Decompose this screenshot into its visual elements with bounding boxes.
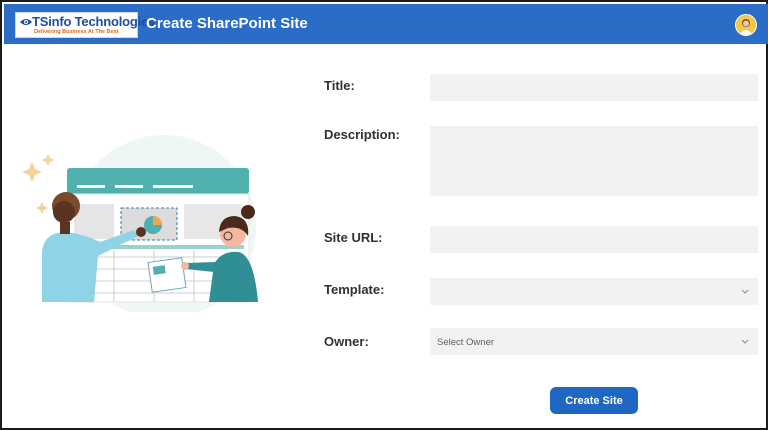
template-dropdown[interactable] [430,278,758,305]
owner-placeholder: Select Owner [437,337,495,348]
sparkle-icon [22,162,42,182]
sparkle-icon [36,202,48,214]
browser-header-bar [67,168,249,194]
title-label: Title: [324,78,355,93]
app-frame: TSinfo Technologies Delivering Business … [0,0,768,430]
site-url-label: Site URL: [324,230,383,245]
description-label: Description: [324,127,400,142]
description-textarea[interactable] [430,126,758,196]
document-card [147,257,187,293]
sparkle-icon [42,154,54,166]
create-site-button[interactable]: Create Site [550,387,638,414]
chevron-down-icon [741,339,749,344]
owner-dropdown[interactable]: Select Owner [430,328,758,355]
site-url-input[interactable] [430,226,758,253]
owner-label: Owner: [324,334,369,349]
app-header: TSinfo Technologies Delivering Business … [4,4,768,44]
eye-logo-icon [20,19,32,25]
template-label: Template: [324,282,385,297]
page-title: Create SharePoint Site [146,15,308,32]
chevron-down-icon [741,289,749,294]
team-collaboration-illustration [22,135,258,312]
user-avatar[interactable] [735,14,757,36]
logo-text: TSinfo Technologies [32,14,156,29]
avatar-icon [736,15,756,35]
company-logo: TSinfo Technologies Delivering Business … [15,12,155,38]
title-input[interactable] [430,74,758,101]
logo-tagline: Delivering Business At The Best [34,29,119,35]
